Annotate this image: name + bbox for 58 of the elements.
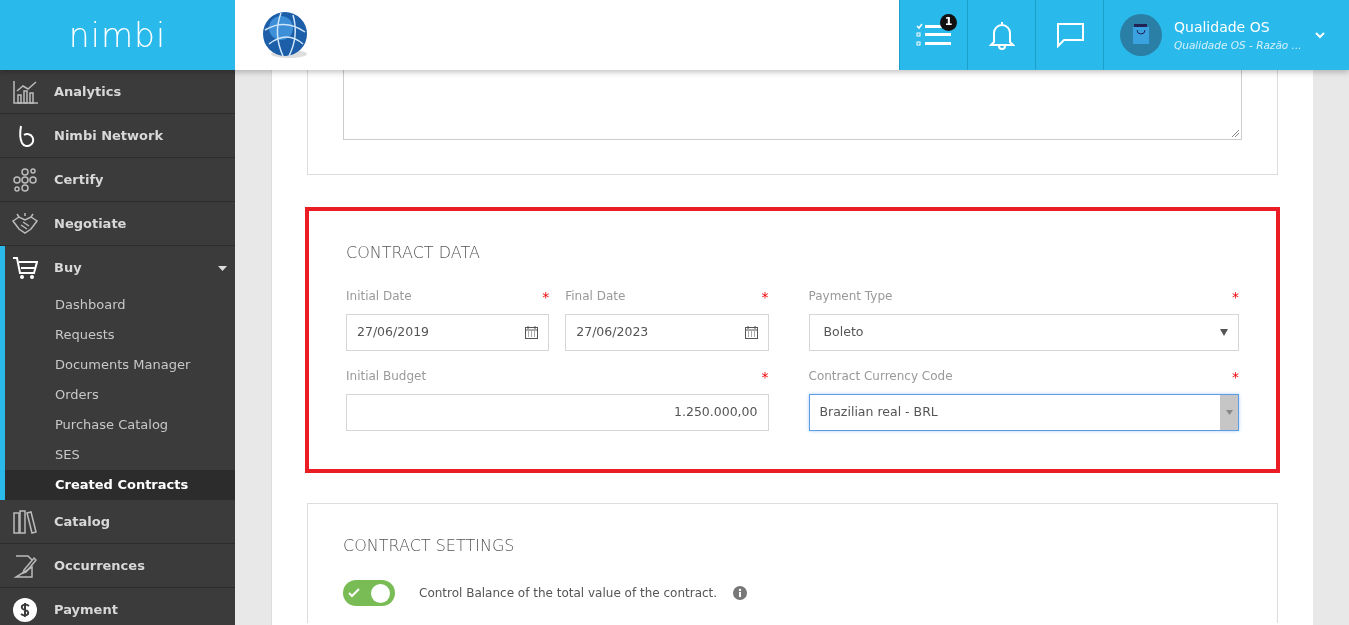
field-label: Initial Date xyxy=(346,288,412,305)
resize-grip-icon xyxy=(1231,129,1239,137)
date-field[interactable]: 27/06/2019 xyxy=(346,314,550,351)
chat-icon xyxy=(1054,21,1085,49)
check-icon xyxy=(348,588,360,598)
dropdown-arrow-icon xyxy=(1220,329,1228,336)
required-asterisk: * xyxy=(1232,288,1239,307)
field-label: Final Date xyxy=(565,288,626,305)
submenu-item[interactable]: Created Contracts xyxy=(5,470,235,500)
sidebar-item[interactable]: Catalog xyxy=(0,500,235,544)
sidebar-item[interactable]: Certify xyxy=(0,158,235,202)
budget-field[interactable]: 1.250.000,00 xyxy=(346,394,769,431)
cart-icon xyxy=(12,255,38,281)
avatar-icon xyxy=(1120,14,1162,56)
section-title: CONTRACT DATA xyxy=(346,242,481,264)
required-asterisk: * xyxy=(542,288,550,307)
dropdown[interactable]: Boleto xyxy=(808,314,1239,351)
user-name: Qualidade OS xyxy=(1174,17,1271,37)
sidebar-item[interactable]: Payment xyxy=(0,588,235,625)
submenu-item[interactable]: Requests xyxy=(5,320,235,350)
submenu-item[interactable]: Dashboard xyxy=(5,290,235,320)
sidebar-item[interactable]: Buy xyxy=(5,246,235,290)
toggle-label: Control Balance of the total value of the contract. xyxy=(419,585,718,602)
required-asterisk: * xyxy=(1232,368,1239,387)
sidebar-item[interactable]: Analytics xyxy=(0,70,235,114)
sidebar-item[interactable]: Occurrences xyxy=(0,544,235,588)
field-label: Payment Type xyxy=(808,288,893,305)
field-label: Contract Currency Code xyxy=(808,368,953,385)
submenu-item[interactable]: Orders xyxy=(5,380,235,410)
calendar-icon xyxy=(744,326,758,339)
nodes-icon xyxy=(12,166,38,193)
chevron-down-icon xyxy=(1315,31,1325,39)
handshake-icon xyxy=(12,210,38,237)
date-field[interactable]: 27/06/2023 xyxy=(565,314,769,351)
bell-icon xyxy=(988,20,1015,50)
text-area[interactable] xyxy=(343,70,1242,140)
required-asterisk: * xyxy=(761,288,769,307)
section-title: CONTRACT SETTINGS xyxy=(343,535,516,557)
submenu-item[interactable]: SES xyxy=(5,440,235,470)
sidebar-item[interactable]: Nimbi Network xyxy=(0,114,235,158)
submenu-item[interactable]: Purchase Catalog xyxy=(5,410,235,440)
brand-logo: nimbi xyxy=(68,18,167,52)
chart-icon xyxy=(12,78,38,105)
submenu-item[interactable]: Documents Manager xyxy=(5,350,235,380)
tasks-button[interactable]: 1 xyxy=(899,0,967,70)
messages-button[interactable] xyxy=(1035,0,1103,70)
user-company: Qualidade OS - Razão ... xyxy=(1174,37,1303,53)
sidebar-item[interactable]: Negotiate xyxy=(0,202,235,246)
field-label: Initial Budget xyxy=(346,368,427,385)
document-edit-icon xyxy=(12,552,38,579)
notifications-button[interactable] xyxy=(967,0,1035,70)
required-asterisk: * xyxy=(761,368,769,387)
combo-box[interactable]: Brazilian real - BRL xyxy=(808,394,1239,431)
books-icon xyxy=(12,508,38,535)
calendar-icon xyxy=(525,326,539,339)
toggle-switch[interactable] xyxy=(343,580,395,606)
caret-icon xyxy=(218,265,227,271)
notification-count: 1 xyxy=(940,14,957,31)
